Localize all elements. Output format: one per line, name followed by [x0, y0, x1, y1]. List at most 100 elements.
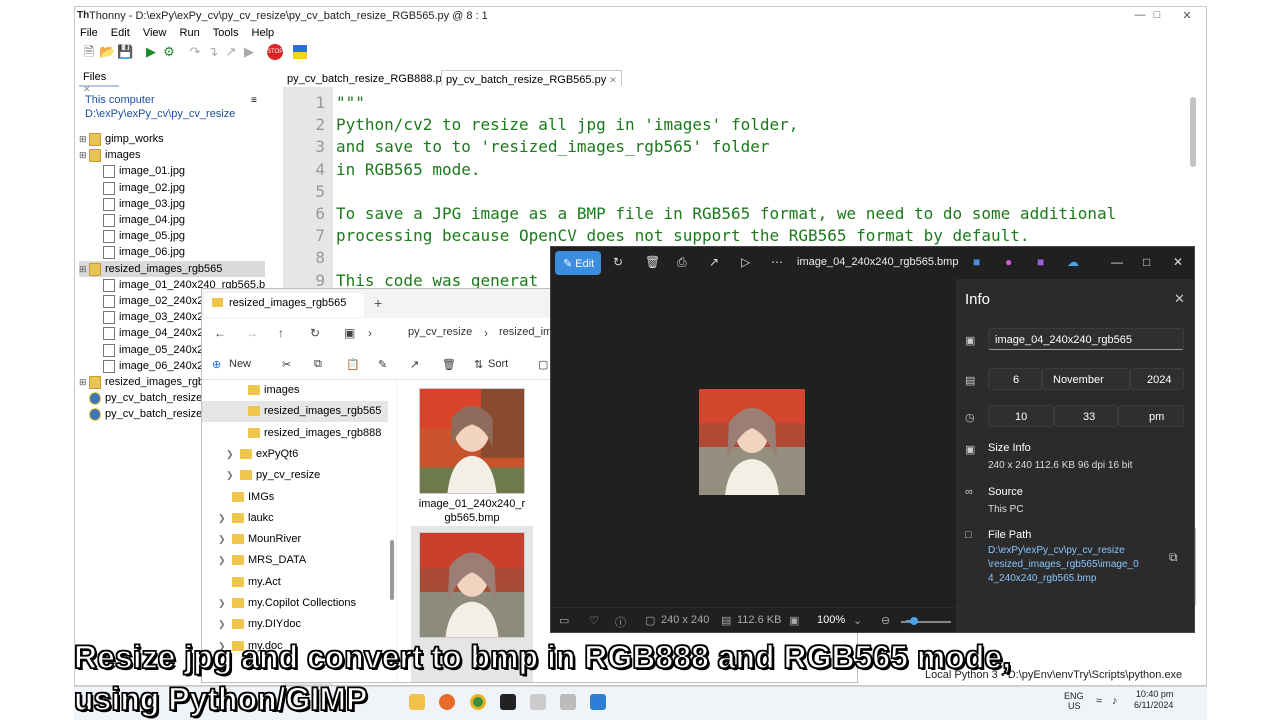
files-menu-icon[interactable]: ≡ [251, 95, 257, 106]
chevron-right-icon[interactable]: ❯ [218, 614, 226, 635]
zoom-level[interactable]: 100% [817, 614, 845, 626]
code-line[interactable]: in RGB565 mode. [336, 160, 481, 179]
delete-icon[interactable]: 🗑 [645, 255, 660, 269]
filmstrip-icon[interactable]: ▭ [559, 614, 569, 627]
maximize-button[interactable]: □ [1143, 255, 1150, 269]
open-file-icon[interactable]: 📂 [99, 44, 115, 60]
files-path-root[interactable]: This computer [85, 93, 235, 107]
date-year-field[interactable]: 2024 [1130, 368, 1184, 390]
new-file-icon[interactable]: 🗎 [81, 44, 97, 60]
info-close-icon[interactable]: ✕ [1174, 291, 1185, 307]
tree-item[interactable]: images [202, 380, 388, 401]
code-line[interactable]: processing because OpenCV does not suppo… [336, 226, 1030, 245]
print-icon[interactable]: ⎙ [677, 255, 687, 270]
refresh-icon[interactable]: ↻ [310, 326, 320, 340]
tree-item[interactable]: ❯ py_cv_resize [202, 465, 388, 486]
menu-file[interactable]: File [80, 27, 98, 39]
minimize-button[interactable]: — [1111, 255, 1123, 269]
explorer-tab[interactable]: resized_images_rgb565 [204, 293, 364, 317]
rotate-icon[interactable]: ↻ [613, 255, 623, 269]
edit-button[interactable]: ✎ Edit [555, 251, 601, 275]
new-button[interactable]: New [229, 358, 251, 370]
tree-item[interactable]: ❯ my.DIYdoc [202, 614, 388, 635]
code-line[interactable]: """ [336, 93, 365, 112]
zoom-slider-thumb[interactable] [910, 617, 918, 625]
chevron-right-icon[interactable]: ❯ [218, 593, 226, 614]
time-hour-field[interactable]: 10 [988, 405, 1054, 427]
tree-item[interactable]: ❯ my.Copilot Collections [202, 593, 388, 614]
code-line[interactable]: To save a JPG image as a BMP file in RGB… [336, 204, 1116, 223]
chevron-down-icon[interactable]: ⌄ [853, 614, 862, 627]
tree-item[interactable]: IMGs [202, 487, 388, 508]
clipchamp-icon[interactable]: ● [1005, 255, 1012, 269]
step-over-icon[interactable]: ↷ [187, 44, 203, 60]
save-file-icon[interactable]: 💾 [117, 44, 133, 60]
close-button[interactable]: ✕ [1177, 9, 1197, 22]
share-icon[interactable]: ↗ [410, 358, 419, 371]
menu-run[interactable]: Run [180, 27, 200, 39]
copy-icon[interactable]: ⧉ [314, 358, 322, 371]
tree-item[interactable]: ❯ MounRiver [202, 529, 388, 550]
tree-item[interactable]: resized_images_rgb565 [202, 401, 388, 423]
chevron-right-icon[interactable]: ❯ [226, 465, 234, 486]
view-icon[interactable]: ▢ [538, 358, 548, 371]
menu-tools[interactable]: Tools [213, 27, 239, 39]
tree-item[interactable]: ❯ laukc [202, 508, 388, 529]
copy-path-icon[interactable]: ⧉ [1169, 550, 1178, 565]
run-icon[interactable]: ▶ [143, 44, 159, 60]
editor-scrollbar[interactable] [1190, 97, 1196, 167]
breadcrumb-py-cv-resize[interactable]: py_cv_resize [408, 326, 472, 338]
delete-icon[interactable]: 🗑 [442, 358, 456, 371]
file-item[interactable]: image_04.jpg [79, 212, 265, 228]
maximize-button[interactable]: □ [1147, 9, 1167, 21]
expand-icon[interactable]: ⊞ [79, 374, 87, 390]
tree-item[interactable]: ❯ exPyQt6 [202, 444, 388, 465]
files-tab[interactable]: Files ✕ [79, 69, 119, 94]
info-icon[interactable]: ⓘ [615, 614, 626, 630]
file-item[interactable]: image_01_240x240_rgb565.bmp [411, 382, 533, 525]
time-ampm-field[interactable]: pm [1118, 405, 1184, 427]
time-minute-field[interactable]: 33 [1054, 405, 1118, 427]
step-into-icon[interactable]: ↴ [205, 44, 221, 60]
file-item[interactable]: image_02.jpg [79, 180, 265, 196]
chevron-right-icon[interactable]: ❯ [218, 529, 226, 550]
resume-icon[interactable]: ▶ [241, 44, 257, 60]
paint-app-icon[interactable]: ■ [973, 255, 980, 269]
breadcrumb-resized[interactable]: resized_im [499, 326, 552, 338]
back-icon[interactable]: ← [214, 326, 226, 340]
menu-view[interactable]: View [143, 27, 167, 39]
sort-button[interactable]: Sort [488, 358, 508, 370]
files-path-current[interactable]: D:\exPy\exPy_cv\py_cv_resize [85, 107, 235, 121]
expand-icon[interactable]: ⊞ [79, 261, 87, 277]
tree-item[interactable]: ❯ MRS_DATA [202, 550, 388, 571]
file-path-link[interactable]: D:\exPy\exPy_cv\py_cv_resize \resized_im… [988, 544, 1139, 586]
menu-help[interactable]: Help [252, 27, 275, 39]
code-line[interactable]: Python/cv2 to resize all jpg in 'images'… [336, 115, 798, 134]
designer-icon[interactable]: ■ [1037, 255, 1044, 269]
folder-item[interactable]: ⊞ resized_images_rgb565 [79, 260, 265, 277]
tab-rgb565[interactable]: py_cv_batch_resize_RGB565.py ✕ [441, 70, 622, 87]
slideshow-icon[interactable]: ▷ [741, 255, 750, 269]
favorite-icon[interactable]: ♡ [589, 614, 599, 627]
tree-item[interactable]: my.Act [202, 572, 388, 593]
tab-rgb888[interactable]: py_cv_batch_resize_RGB888.py [283, 70, 451, 87]
up-icon[interactable]: ↑ [278, 326, 284, 340]
fit-icon[interactable]: ▣ [789, 614, 799, 627]
tab-close-icon[interactable]: ✕ [609, 75, 617, 85]
code-line[interactable]: This code was generat [336, 271, 538, 290]
folder-item[interactable]: ⊞ gimp_works [79, 131, 265, 147]
file-item[interactable]: image_01.jpg [79, 163, 265, 179]
more-icon[interactable]: ⋯ [771, 255, 783, 269]
date-month-field[interactable]: November [1042, 368, 1130, 390]
rename-icon[interactable]: ✎ [378, 358, 387, 371]
file-item[interactable]: image_05.jpg [79, 228, 265, 244]
onedrive-icon[interactable]: ☁ [1067, 255, 1079, 269]
code-line[interactable]: and save to to 'resized_images_rgb565' f… [336, 137, 769, 156]
stop-icon[interactable]: STOP [267, 44, 283, 60]
expand-icon[interactable]: ⊞ [79, 131, 87, 147]
menu-edit[interactable]: Edit [111, 27, 130, 39]
share-icon[interactable]: ↗ [709, 255, 719, 269]
tree-item[interactable]: resized_images_rgb888 [202, 423, 388, 444]
forward-icon[interactable]: → [246, 326, 258, 340]
new-tab-button[interactable]: + [374, 295, 382, 311]
